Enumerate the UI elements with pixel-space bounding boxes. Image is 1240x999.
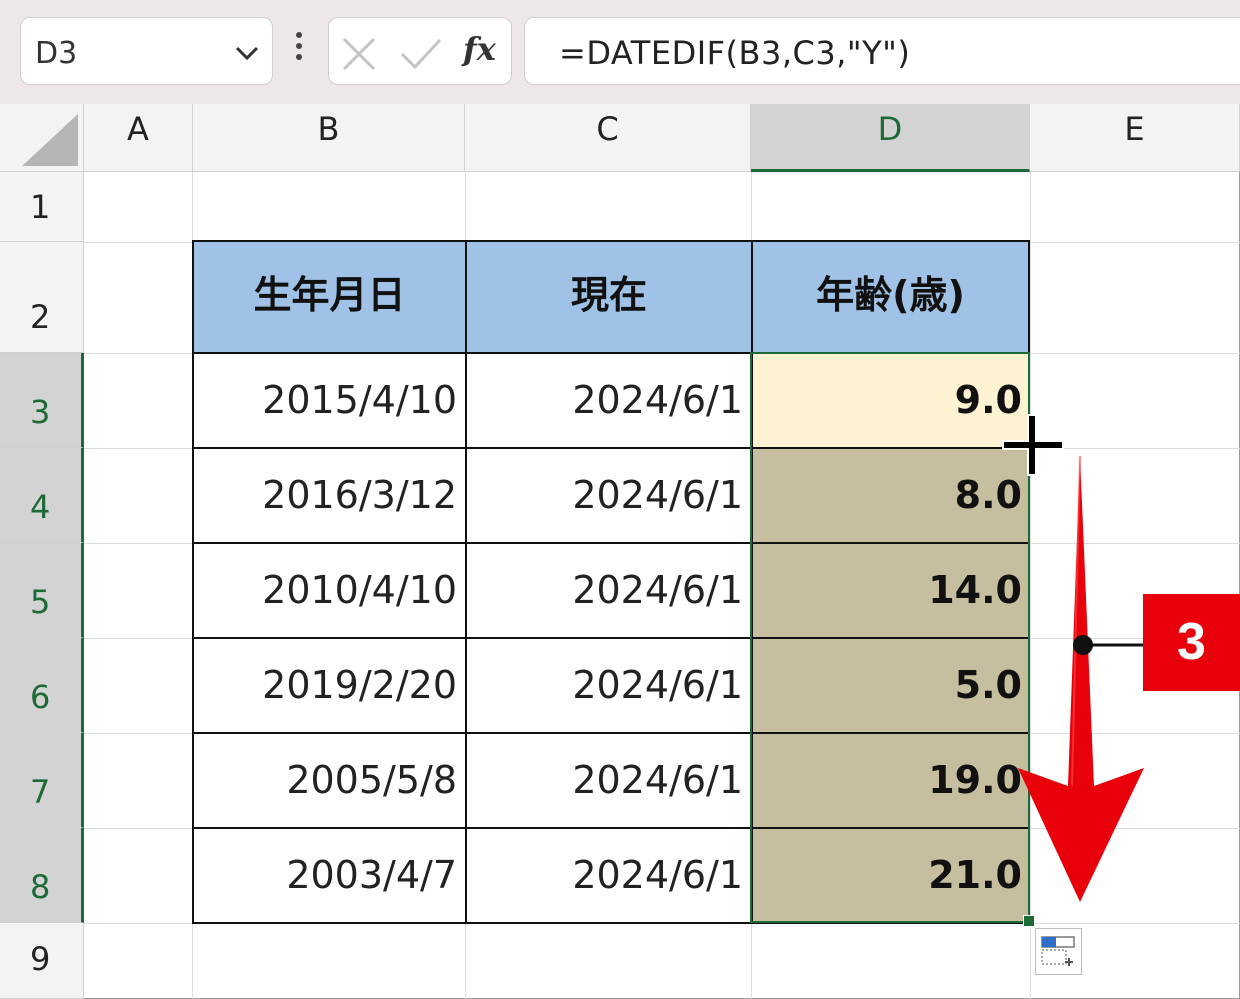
row-header-5[interactable]: 5	[0, 543, 84, 638]
enter-icon[interactable]	[399, 36, 443, 76]
row-header-7[interactable]: 7	[0, 733, 84, 828]
header-current[interactable]: 現在	[465, 240, 753, 354]
cell-b8[interactable]: 2003/4/7	[192, 827, 467, 924]
row-header-8[interactable]: 8	[0, 828, 84, 923]
formula-text: =DATEDIF(B3,C3,"Y")	[559, 34, 911, 72]
formula-bar: D3 fx =DATEDIF(B3,C3,"Y")	[0, 0, 1240, 104]
column-header-a[interactable]: A	[84, 104, 193, 172]
header-birthdate[interactable]: 生年月日	[192, 240, 467, 354]
row-header-9[interactable]: 9	[0, 923, 84, 999]
name-box-value: D3	[35, 36, 78, 71]
name-box[interactable]: D3	[20, 17, 273, 85]
fill-handle[interactable]	[1023, 915, 1035, 927]
cell-c6[interactable]: 2024/6/1	[465, 637, 753, 734]
cell-c4[interactable]: 2024/6/1	[465, 447, 753, 544]
row-header-4[interactable]: 4	[0, 448, 84, 543]
select-all-corner[interactable]	[0, 104, 84, 172]
row-header-1[interactable]: 1	[0, 172, 84, 242]
cell-c3[interactable]: 2024/6/1	[465, 352, 753, 449]
column-header-e[interactable]: E	[1030, 104, 1240, 172]
cell-c7[interactable]: 2024/6/1	[465, 732, 753, 829]
row-header-2[interactable]: 2	[0, 242, 84, 353]
column-header-b[interactable]: B	[193, 104, 465, 172]
cell-c8[interactable]: 2024/6/1	[465, 827, 753, 924]
column-header-d[interactable]: D	[751, 104, 1030, 172]
selection-range	[750, 352, 1030, 923]
column-header-c[interactable]: C	[465, 104, 751, 172]
header-age[interactable]: 年齢(歳)	[751, 240, 1030, 354]
row-header-3[interactable]: 3	[0, 353, 84, 448]
callout-leader	[1073, 635, 1146, 655]
fx-icon[interactable]: fx	[463, 30, 496, 68]
more-options-icon[interactable]	[293, 32, 305, 72]
step-callout: 3	[1143, 594, 1240, 691]
down-arrow-icon	[1018, 456, 1144, 902]
cell-b3[interactable]: 2015/4/10	[192, 352, 467, 449]
auto-fill-options-icon[interactable]	[1035, 928, 1082, 975]
chevron-down-icon[interactable]	[234, 40, 260, 70]
cell-b6[interactable]: 2019/2/20	[192, 637, 467, 734]
cell-c5[interactable]: 2024/6/1	[465, 542, 753, 639]
cell-b7[interactable]: 2005/5/8	[192, 732, 467, 829]
cancel-icon[interactable]	[341, 36, 377, 76]
formula-input[interactable]: =DATEDIF(B3,C3,"Y")	[524, 17, 1240, 85]
cell-b4[interactable]: 2016/3/12	[192, 447, 467, 544]
formula-buttons: fx	[328, 17, 512, 85]
cell-b5[interactable]: 2010/4/10	[192, 542, 467, 639]
row-header-6[interactable]: 6	[0, 638, 84, 733]
